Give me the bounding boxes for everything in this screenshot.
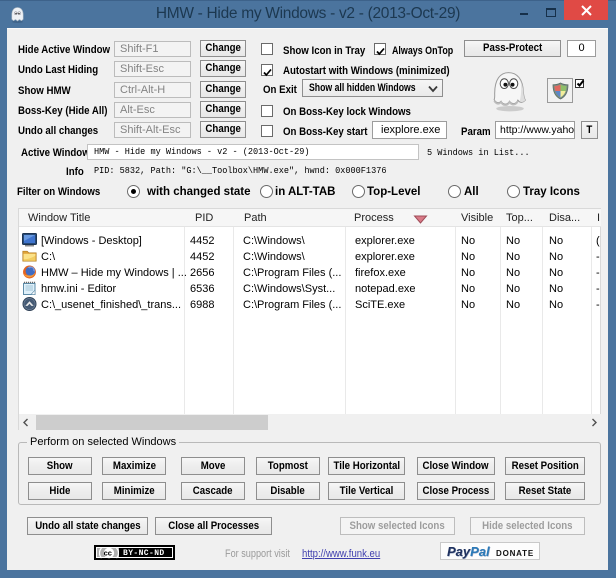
svg-text:cc: cc [104, 549, 112, 558]
